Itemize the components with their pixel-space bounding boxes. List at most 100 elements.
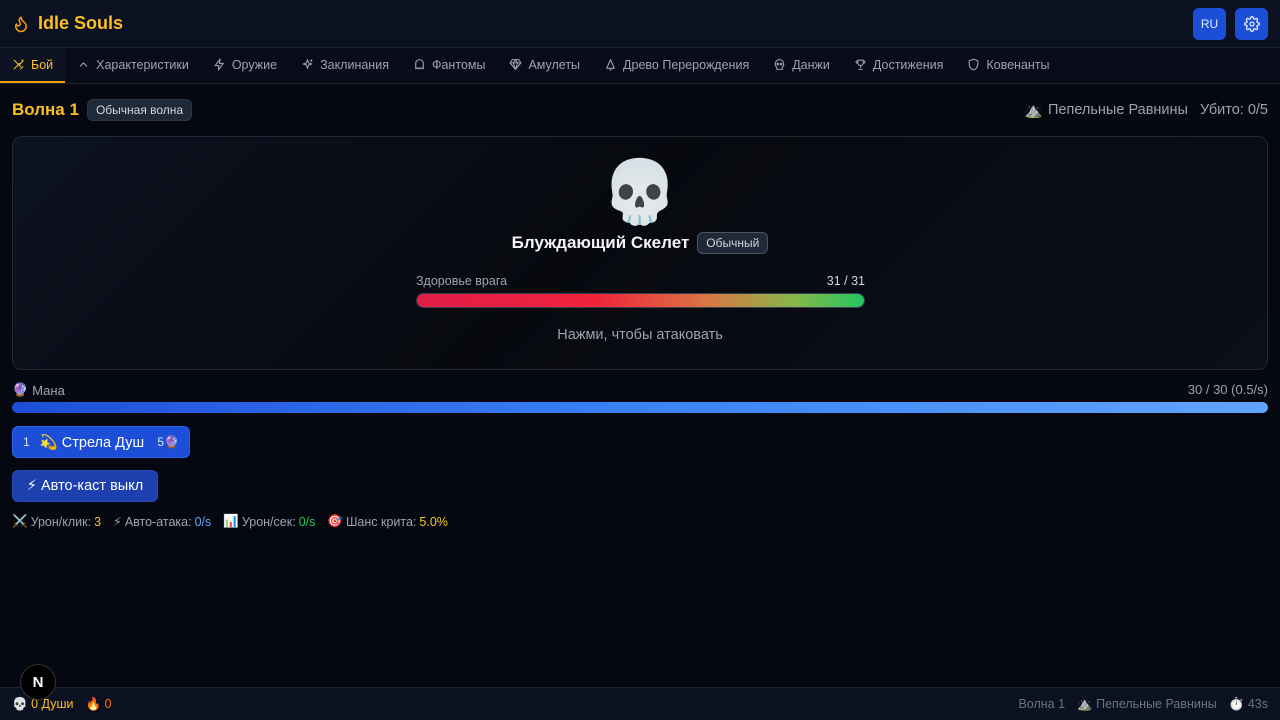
app-title: Idle Souls	[38, 13, 124, 33]
enemy-health-bar	[416, 293, 865, 308]
mountain-icon: ⛰️	[1024, 102, 1043, 119]
footer-timer-value: 43s	[1247, 696, 1268, 711]
chevron-up-icon	[79, 62, 88, 67]
enemy-health-labels: Здоровье врага 31 / 31	[416, 274, 865, 288]
spell-name: 💫 Стрела Душ	[39, 434, 145, 451]
enemy-health-fill	[417, 294, 864, 307]
fire-icon: 🔥	[85, 696, 102, 711]
stat-label: Урон/клик:	[30, 514, 92, 529]
target-icon: 🎯	[327, 514, 343, 528]
skull-icon: 💀	[12, 696, 28, 711]
stat-dps: 📊 Урон/сек: 0/s	[223, 514, 315, 529]
n-logo-icon: N	[32, 673, 44, 691]
tab-battle[interactable]: Бой	[0, 48, 66, 83]
lightning-icon: ⚡	[113, 515, 122, 529]
tab-rebirth-tree[interactable]: Древо Перерождения	[592, 48, 761, 83]
stat-value: 0/s	[194, 514, 212, 529]
enemy-health-label: Здоровье врага	[416, 274, 508, 288]
enemy-skull-icon: 💀	[601, 158, 679, 227]
crossed-swords-icon: ⚔️	[12, 514, 28, 528]
trophy-icon	[855, 59, 866, 70]
tab-label: Бой	[31, 57, 54, 72]
enemy-rarity-badge: Обычный	[697, 232, 769, 254]
mana-value: 30 / 30 (0.5/s)	[1187, 382, 1268, 397]
top-bar: Idle Souls RU	[0, 0, 1280, 48]
currency-summary: 💀 0 Души 🔥 0	[12, 697, 112, 712]
crossed-swords-icon	[13, 59, 24, 70]
language-button[interactable]: RU	[1193, 7, 1226, 40]
stat-label: Авто-атака:	[124, 514, 192, 529]
status-footer: 💀 0 Души 🔥 0 Волна 1 ⛰️ Пепельные Равнин…	[0, 687, 1280, 720]
location-label: ⛰️ Пепельные Равнины	[1025, 102, 1188, 119]
tab-label: Данжи	[792, 57, 830, 72]
autocast-toggle-button[interactable]: ⚡ Авто-каст выкл	[12, 470, 158, 502]
sparkles-icon	[302, 59, 313, 69]
location-name: Пепельные Равнины	[1047, 102, 1188, 118]
tab-weapons[interactable]: Оружие	[201, 48, 289, 83]
stat-auto-attack: ⚡ Авто-атака: 0/s	[113, 514, 212, 530]
tab-stats[interactable]: Характеристики	[65, 48, 201, 83]
spell-soul-arrow-button[interactable]: 1 💫 Стрела Душ 5🔮	[12, 426, 190, 458]
tab-amulets[interactable]: Амулеты	[497, 48, 592, 83]
tab-label: Ковенанты	[986, 57, 1050, 72]
combat-stats: ⚔️ Урон/клик: 3 ⚡ Авто-атака: 0/s 📊 Урон…	[12, 514, 448, 529]
shield-icon	[969, 58, 979, 71]
footer-location: ⛰️ Пепельные Равнины	[1077, 697, 1217, 712]
wave-title: Волна 1	[12, 100, 79, 119]
settings-button[interactable]	[1235, 7, 1268, 40]
stat-label: Шанс крита:	[345, 514, 417, 529]
footer-timer: ⏱️ 43s	[1229, 697, 1268, 712]
tab-label: Заклинания	[320, 57, 389, 72]
tab-label: Достижения	[872, 57, 944, 72]
bell-icon	[606, 59, 615, 71]
tab-spells[interactable]: Заклинания	[289, 48, 401, 83]
enemy-health-value: 31 / 31	[826, 274, 865, 288]
footer-status: Волна 1 ⛰️ Пепельные Равнины ⏱️ 43s	[1018, 697, 1268, 712]
stat-label: Урон/сек:	[241, 514, 296, 529]
tab-label: Амулеты	[528, 57, 581, 72]
mana-label-group: 🔮 Мана	[12, 382, 65, 398]
tab-achievements[interactable]: Достижения	[842, 48, 955, 83]
stopwatch-icon: ⏱️	[1228, 696, 1245, 711]
kills-counter: Убито: 0/5	[1199, 102, 1268, 118]
bar-chart-icon: 📊	[223, 514, 239, 528]
mana-label: Мана	[32, 382, 65, 398]
enemy-name-row: Блуждающий Скелет Обычный	[13, 232, 1267, 254]
enemy-name: Блуждающий Скелет	[511, 233, 690, 252]
tab-covenants[interactable]: Ковенанты	[955, 48, 1061, 83]
stat-value: 5.0%	[419, 514, 448, 529]
embers-value: 0	[104, 696, 112, 711]
footer-location-name: Пепельные Равнины	[1096, 696, 1217, 711]
footer-wave: Волна 1	[1018, 697, 1066, 711]
wave-type-badge: Обычная волна	[86, 99, 193, 121]
stat-value: 3	[94, 514, 102, 529]
lightning-icon	[214, 58, 224, 71]
stat-damage-click: ⚔️ Урон/клик: 3	[12, 514, 101, 529]
ghost-icon	[415, 59, 424, 70]
wave-info: Волна 1 Обычная волна	[12, 99, 193, 121]
gem-icon	[509, 59, 522, 70]
mana-bar	[12, 402, 1268, 413]
embers-counter: 🔥 0	[86, 697, 112, 712]
wave-progress: ⛰️ Пепельные Равнины Убито: 0/5	[1025, 102, 1268, 119]
mana-fill	[12, 402, 1268, 413]
enemy-health: Здоровье врага 31 / 31	[416, 274, 865, 308]
main-tabs: Бой Характеристики Оружие Заклинания Фан…	[0, 48, 1280, 84]
flame-icon	[15, 16, 27, 32]
spell-cost: 5🔮	[157, 435, 179, 449]
tab-label: Оружие	[231, 57, 278, 72]
enemy-card[interactable]: 💀 Блуждающий Скелет Обычный Здоровье вра…	[12, 136, 1268, 370]
tab-dungeons[interactable]: Данжи	[761, 48, 842, 83]
crystal-ball-icon: 🔮	[12, 382, 29, 397]
spell-hotkey: 1	[23, 435, 30, 449]
mountain-icon: ⛰️	[1077, 696, 1093, 711]
stat-value: 0/s	[298, 514, 316, 529]
dev-tools-n-button[interactable]: N	[20, 664, 56, 700]
gear-icon	[1243, 15, 1260, 32]
skull-icon	[775, 59, 785, 70]
wave-header: Волна 1 Обычная волна ⛰️ Пепельные Равни…	[12, 98, 1268, 122]
tab-label: Характеристики	[96, 57, 189, 72]
brand: Idle Souls	[12, 13, 123, 34]
tab-phantoms[interactable]: Фантомы	[401, 48, 497, 83]
tab-label: Древо Перерождения	[623, 57, 750, 72]
